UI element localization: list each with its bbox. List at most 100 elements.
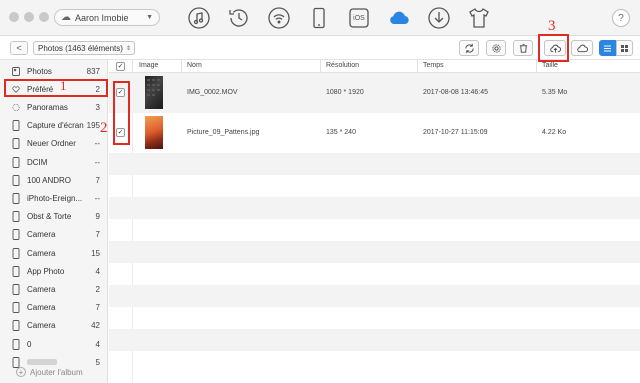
grid-view-button[interactable]	[616, 40, 633, 56]
sidebar-item[interactable]: Capture d'écran 195	[0, 117, 108, 135]
album-select[interactable]: Photos (1463 éléments) ⇕	[33, 41, 135, 55]
back-button[interactable]: <	[10, 41, 28, 55]
phone-icon	[11, 211, 21, 223]
settings-icon	[491, 43, 501, 53]
select-all-checkbox[interactable]: ✓	[116, 62, 125, 71]
column-header-time[interactable]: Temps	[423, 62, 444, 69]
file-name: Picture_09_Pattens.jpg	[187, 129, 260, 136]
sidebar-item[interactable]: Camera 7	[0, 226, 108, 244]
empty-row	[109, 351, 640, 373]
phone-icon	[11, 338, 21, 350]
sidebar-item[interactable]: iPhoto-Ereign... --	[0, 189, 108, 207]
wifi-icon[interactable]	[266, 5, 292, 31]
trash-icon	[519, 43, 527, 53]
phone-icon	[11, 320, 21, 332]
phone-icon	[11, 138, 21, 150]
ios-icon[interactable]: iOS	[346, 5, 372, 31]
zoom-window-button[interactable]	[39, 12, 49, 22]
grid-view-icon	[621, 44, 628, 52]
empty-row	[109, 197, 640, 219]
download-icon[interactable]	[426, 5, 452, 31]
add-album-button[interactable]: + Ajouter l'album	[16, 367, 83, 377]
sidebar-item-label: 100 ANDRO	[27, 175, 72, 185]
settings-button[interactable]	[486, 40, 506, 56]
ios-label: iOS	[353, 14, 365, 22]
sidebar-item-count: 7	[95, 230, 100, 240]
device-selector[interactable]: ☁ Aaron Imobie ▼	[54, 9, 160, 26]
sidebar-item[interactable]: Camera 2	[0, 280, 108, 298]
icloud-icon[interactable]	[386, 5, 412, 31]
shirt-icon[interactable]	[466, 5, 492, 31]
annotation-box-upload	[538, 34, 569, 62]
sidebar-item-label: Camera	[27, 248, 56, 258]
column-separator	[536, 60, 537, 73]
file-name: IMG_0002.MOV	[187, 89, 238, 96]
sidebar-item-label: Photos	[27, 66, 52, 76]
phone-icon	[11, 156, 21, 168]
delete-button[interactable]	[513, 40, 533, 56]
sidebar-item[interactable]: Camera 42	[0, 317, 108, 335]
sidebar-item[interactable]: App Photo 4	[0, 262, 108, 280]
device-name: Aaron Imobie	[75, 12, 129, 23]
help-button[interactable]: ?	[612, 9, 630, 27]
empty-row	[109, 285, 640, 307]
list-view-button[interactable]	[599, 40, 616, 56]
refresh-button[interactable]	[459, 40, 479, 56]
sidebar: Photos 837 Préféré 2 Panoramas 3 Capture d'écr…	[0, 60, 108, 383]
cloud-button[interactable]	[571, 40, 593, 56]
sidebar-item[interactable]: Camera 7	[0, 299, 108, 317]
close-window-button[interactable]	[9, 12, 19, 22]
phone-icon	[11, 283, 21, 295]
sidebar-item[interactable]: Obst & Torte 9	[0, 208, 108, 226]
video-thumbnail	[145, 76, 163, 109]
table-row[interactable]: ✓ Picture_09_Pattens.jpg 135 * 240 2017-…	[109, 113, 640, 153]
phone-icon	[11, 265, 21, 277]
column-separator	[181, 60, 182, 73]
phone-icon	[11, 174, 21, 186]
sidebar-item[interactable]: Camera 15	[0, 244, 108, 262]
minimize-window-button[interactable]	[24, 12, 34, 22]
sidebar-item-count: 42	[91, 321, 100, 331]
phone-icon[interactable]	[306, 5, 332, 31]
sidebar-item-count: --	[94, 193, 100, 203]
phone-icon	[11, 302, 21, 314]
sidebar-item-count: 5	[95, 357, 100, 367]
sidebar-item[interactable]: Panoramas 3	[0, 98, 108, 116]
empty-row	[109, 219, 640, 241]
cloud-icon	[576, 44, 588, 52]
sidebar-item-label: DCIM	[27, 157, 48, 167]
sidebar-item-count: 7	[95, 303, 100, 313]
sidebar-item-label: Panoramas	[27, 102, 68, 112]
sidebar-item[interactable]: Photos 837	[0, 62, 108, 80]
sidebar-item-label: 0	[27, 339, 32, 349]
sidebar-item-label: Capture d'écran	[27, 121, 84, 131]
column-header-image[interactable]: Image	[139, 62, 158, 69]
sidebar-item-count: 4	[95, 339, 100, 349]
sidebar-item[interactable]: 100 ANDRO 7	[0, 171, 108, 189]
file-time: 2017-10-27 11:15:09	[423, 129, 488, 136]
sidebar-item-label: Camera	[27, 321, 56, 331]
sidebar-item-count: --	[94, 139, 100, 149]
sidebar-item-count: 2	[95, 284, 100, 294]
sidebar-item[interactable]: DCIM --	[0, 153, 108, 171]
sidebar-item-count: 3	[95, 102, 100, 112]
sidebar-item-count: 7	[95, 175, 100, 185]
sidebar-item-label: Neuer Ordner	[27, 139, 76, 149]
column-header-size[interactable]: Taille	[542, 62, 558, 69]
table-row[interactable]: ✓ IMG_0002.MOV 1080 * 1920 2017-08-08 13…	[109, 73, 640, 113]
annotation-box-checkboxes	[113, 81, 130, 145]
empty-row	[109, 329, 640, 351]
music-icon[interactable]	[186, 5, 212, 31]
sidebar-item-label: Obst & Torte	[27, 212, 72, 222]
photo-icon	[11, 65, 21, 77]
column-header-name[interactable]: Nom	[187, 62, 202, 69]
add-album-label: Ajouter l'album	[30, 367, 83, 377]
history-icon[interactable]	[226, 5, 252, 31]
sidebar-item[interactable]: Neuer Ordner --	[0, 135, 108, 153]
column-header-resolution[interactable]: Résolution	[326, 62, 359, 69]
album-select-label: Photos (1463 éléments)	[38, 43, 123, 53]
column-separator	[132, 60, 133, 73]
sidebar-item[interactable]: 04	[0, 335, 108, 353]
plus-icon: +	[16, 367, 26, 377]
app-window: ☁ Aaron Imobie ▼ iOS ? < Photos (1463 él…	[0, 0, 640, 383]
